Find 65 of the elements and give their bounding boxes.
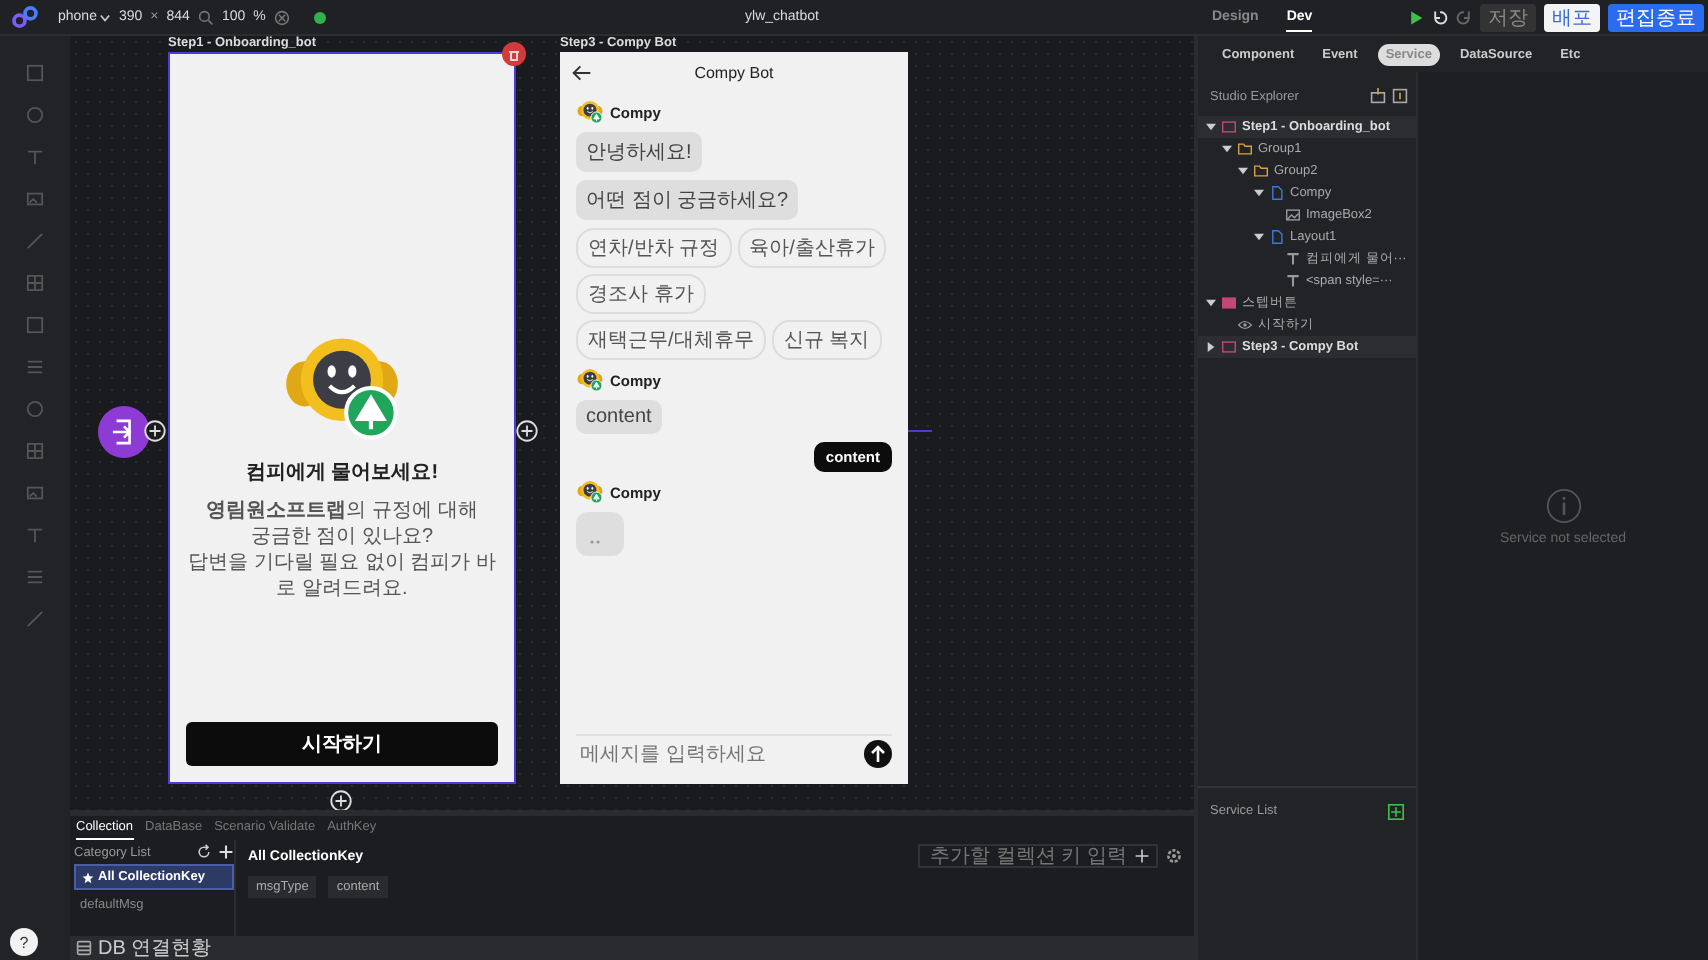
onboarding-description: 영림원소프트랩의 규정에 대해 궁금한 점이 있나요? 답변을 기다릴 필요 없이 컴피가 바로 알려드려요. <box>186 498 498 602</box>
db-status-label[interactable]: DB 연결현황 <box>98 934 212 960</box>
expanded-arrow-icon[interactable] <box>1254 232 1264 242</box>
start-button[interactable]: 시작하기 <box>186 722 498 766</box>
settings-icon[interactable] <box>1166 848 1182 864</box>
document-icon <box>1270 186 1284 200</box>
message-input[interactable]: 메세지를 입력하세요 <box>576 734 892 772</box>
undo-icon[interactable] <box>1432 9 1448 25</box>
document-icon <box>1270 230 1284 244</box>
refresh-icon[interactable] <box>196 844 212 860</box>
toolbar-button[interactable]: 저장 <box>1480 3 1536 31</box>
expanded-arrow-icon[interactable] <box>1206 298 1216 308</box>
connector-line <box>908 430 932 432</box>
robot-mascot-drawing <box>280 334 404 442</box>
back-arrow-icon[interactable] <box>572 63 592 81</box>
eye-icon <box>1238 318 1252 332</box>
add-icon[interactable] <box>1388 804 1404 820</box>
bot-message: 안녕하세요! <box>576 132 702 172</box>
screen-icon <box>1222 340 1236 354</box>
onboarding-screen[interactable]: 컴피에게 물어보세요! 영림원소프트랩의 규정에 대해 궁금한 점이 있나요? 답변을 기다릴 필요 없이 컴피가 바로 알려드려요. 시작하기 <box>168 52 516 784</box>
bot-message: 어떤 점이 궁금하세요? <box>576 180 799 220</box>
key-input[interactable]: 추가할 컬렉션 키 입력 <box>918 844 1158 868</box>
text-icon <box>1286 274 1300 288</box>
add-connection-icon[interactable] <box>330 790 352 812</box>
robot-avatar-icon <box>576 368 604 392</box>
typing-indicator <box>576 512 624 556</box>
screen-icon <box>1222 120 1236 134</box>
add-connection-icon[interactable] <box>144 420 166 442</box>
expanded-arrow-icon[interactable] <box>1222 144 1232 154</box>
bot-message: content <box>576 400 662 434</box>
star-icon <box>82 871 94 883</box>
screen-icon <box>1222 296 1236 310</box>
play-icon[interactable] <box>1408 9 1424 25</box>
expanded-arrow-icon[interactable] <box>1206 122 1216 132</box>
collapse-icon[interactable] <box>1370 88 1386 104</box>
robot-avatar-icon <box>576 480 604 504</box>
suggestion-chip[interactable]: 연차/반차 규정 <box>576 228 732 268</box>
suggestion-chip[interactable]: 육아/출산휴가 <box>737 228 887 268</box>
expand-icon[interactable] <box>1392 88 1408 104</box>
onboarding-heading: 컴피에게 물어보세요! <box>245 460 439 486</box>
image-icon <box>1286 208 1300 222</box>
caret-icon <box>100 13 111 21</box>
add-icon[interactable] <box>1134 848 1150 864</box>
toolbar-button[interactable]: 편집종료 <box>1608 3 1704 31</box>
message-input-text[interactable]: 메세지를 입력하세요 <box>576 741 864 767</box>
suggestion-chip[interactable]: 재택근무/대체휴무 <box>576 320 766 360</box>
logo-icon[interactable] <box>12 6 38 28</box>
expanded-arrow-icon[interactable] <box>1238 166 1248 176</box>
search-icon <box>197 9 214 25</box>
text-icon <box>1286 252 1300 266</box>
info-icon <box>1545 487 1581 523</box>
redo-icon[interactable] <box>1456 9 1472 25</box>
collapsed-arrow-icon[interactable] <box>1206 342 1216 352</box>
start-node-icon[interactable] <box>98 406 150 458</box>
suggestion-chip[interactable]: 경조사 휴가 <box>576 274 706 314</box>
delete-badge-icon[interactable] <box>502 42 526 66</box>
toolbar-button[interactable]: 배포 <box>1544 3 1600 31</box>
send-icon[interactable] <box>864 740 892 768</box>
add-connection-icon[interactable] <box>516 420 538 442</box>
chat-title: Compy Bot <box>694 63 774 81</box>
reset-icon[interactable] <box>273 9 290 25</box>
robot-avatar-icon <box>576 100 604 124</box>
suggestion-chip[interactable]: 신규 복지 <box>771 320 882 360</box>
database-icon <box>76 940 92 956</box>
expanded-arrow-icon[interactable] <box>1254 188 1264 198</box>
